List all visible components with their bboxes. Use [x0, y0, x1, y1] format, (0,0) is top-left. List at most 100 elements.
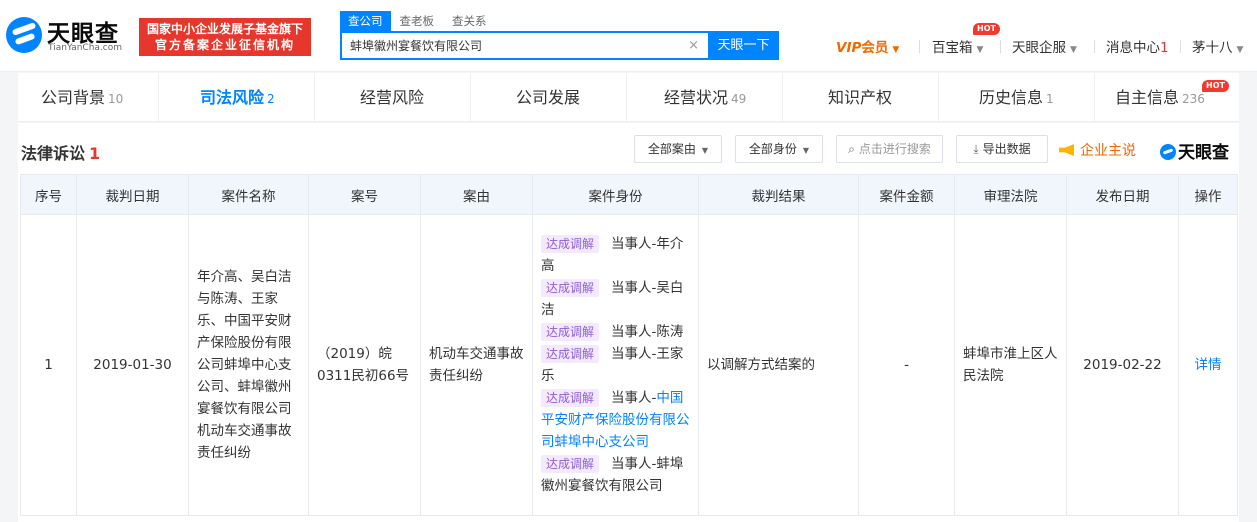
section-search-placeholder: 点击进行搜索: [858, 142, 931, 156]
col-publish-date: 发布日期: [1066, 174, 1179, 215]
mediation-tag: 达成调解: [541, 389, 600, 407]
slogan-line1: 国家中小企业发展子基金旗下: [146, 22, 303, 36]
tab-label: 司法风险: [200, 88, 265, 107]
role-item: 达成调解 当事人-年介高: [541, 233, 690, 277]
case-reason-filter[interactable]: 全部案由 ▼: [634, 135, 722, 163]
col-case-number: 案号: [308, 174, 421, 215]
cell-case-number: （2019）皖0311民初66号: [308, 214, 421, 516]
case-reason-filter-label: 全部案由: [647, 142, 696, 156]
tab-label: 知识产权: [828, 88, 893, 107]
export-label: 导出数据: [982, 142, 1031, 156]
mediation-tag: 达成调解: [541, 323, 600, 341]
nav-divider: [1094, 40, 1095, 53]
chevron-down-icon: ▼: [1236, 45, 1244, 55]
tianyan-qifu-label: 天眼企服: [1012, 40, 1066, 56]
mediation-tag: 达成调解: [541, 345, 600, 363]
tianyancha-mini-logo: 天眼查: [1160, 138, 1229, 163]
chevron-down-icon: ▼: [1070, 45, 1077, 55]
search-input[interactable]: [342, 33, 672, 58]
hot-badge: HOT: [1202, 80, 1229, 92]
section-search-input[interactable]: ⌕ 点击进行搜索: [836, 135, 943, 163]
hot-badge: HOT: [973, 23, 1000, 35]
chevron-down-icon: ▼: [976, 45, 984, 55]
detail-link[interactable]: 详情: [1195, 357, 1222, 373]
mediation-tag: 达成调解: [541, 279, 600, 297]
tab-company-background[interactable]: 公司背景 10: [41, 73, 123, 122]
top-header: 天眼查 TianYanCha.com 国家中小企业发展子基金旗下 官方备案企业征…: [0, 0, 1257, 72]
enterprise-says-label: 企业主说: [1080, 143, 1136, 159]
tab-label: 公司背景: [41, 88, 106, 107]
tab-self-info[interactable]: 自主信息 236: [1115, 73, 1205, 122]
col-judgment-date: 裁判日期: [76, 174, 189, 215]
message-center-link[interactable]: 消息中心1: [1106, 36, 1169, 56]
message-center-label: 消息中心: [1106, 40, 1160, 56]
identity-filter[interactable]: 全部身份 ▼: [735, 135, 823, 163]
tab-operating-risk[interactable]: 经营风险: [360, 73, 424, 122]
tab-intellectual-property[interactable]: 知识产权: [828, 73, 892, 122]
cell-judgment-result: 以调解方式结案的: [698, 214, 859, 516]
vip-member-label: 会员: [861, 40, 889, 56]
tab-divider: [782, 73, 783, 122]
tab-company-development[interactable]: 公司发展: [516, 73, 580, 122]
role-item: 达成调解 当事人-中国平安财产保险股份有限公司蚌埠中心支公司: [541, 387, 690, 453]
nav-divider: [919, 40, 920, 53]
search-tab-company[interactable]: 查公司: [340, 11, 391, 31]
cell-case-reason: 机动车交通事故责任纠纷: [420, 214, 533, 516]
user-name: 茅十八: [1192, 40, 1233, 56]
tab-divider: [626, 73, 627, 122]
cell-index: 1: [20, 214, 77, 516]
identity-filter-label: 全部身份: [748, 142, 797, 156]
vip-label: VIP: [836, 40, 862, 56]
col-case-amount: 案件金额: [858, 174, 955, 215]
cell-action: 详情: [1178, 214, 1238, 516]
tab-count: 10: [108, 92, 124, 106]
col-case-reason: 案由: [420, 174, 533, 215]
tab-count: 49: [731, 92, 747, 106]
message-count: 1: [1160, 40, 1169, 56]
tianyan-qifu-menu[interactable]: 天眼企服 ▼: [1012, 36, 1077, 56]
cell-judgment-date: 2019-01-30: [76, 214, 189, 516]
tab-divider: [1094, 73, 1095, 122]
section-title-text: 法律诉讼: [21, 144, 86, 163]
tab-label: 自主信息: [1115, 88, 1180, 107]
tab-history-info[interactable]: 历史信息 1: [979, 73, 1054, 122]
cell-case-name[interactable]: 年介高、吴白洁与陈涛、王家乐、中国平安财产保险股份有限公司蚌埠中心支公司、蚌埠徽…: [188, 214, 309, 516]
section-count: 1: [89, 144, 101, 163]
tab-judicial-risk[interactable]: 司法风险 2: [200, 73, 275, 122]
role-item: 达成调解 当事人-吴白洁: [541, 277, 690, 321]
search-type-tabs: 查公司 查老板 查关系: [340, 11, 496, 31]
tab-label: 经营状况: [664, 88, 729, 107]
enterprise-says-link[interactable]: 企业主说: [1059, 140, 1136, 160]
user-menu[interactable]: 茅十八 ▼: [1192, 36, 1243, 56]
cell-case-amount: -: [858, 214, 955, 516]
col-judgment-result: 裁判结果: [698, 174, 859, 215]
tab-divider: [158, 73, 159, 122]
mini-logo-text: 天眼查: [1178, 143, 1229, 163]
clear-icon[interactable]: ×: [688, 38, 699, 53]
search-box: ×: [340, 31, 708, 60]
nav-divider: [1180, 40, 1181, 53]
slogan-line2: 官方备案企业征信机构: [154, 38, 295, 52]
role-prefix: 当事人-: [611, 236, 657, 252]
table-row: 1 2019-01-30 年介高、吴白洁与陈涛、王家乐、中国平安财产保险股份有限…: [20, 214, 1238, 516]
role-prefix: 当事人-: [611, 456, 657, 472]
nav-divider: [1000, 40, 1001, 53]
role-prefix: 当事人-: [611, 346, 657, 362]
tianyancha-logo-icon[interactable]: [6, 17, 42, 53]
search-tab-relation[interactable]: 查关系: [443, 11, 496, 31]
role-prefix: 当事人-: [611, 324, 657, 340]
tab-label: 历史信息: [979, 88, 1044, 107]
tianyancha-logo-icon: [1160, 144, 1176, 160]
mediation-tag: 达成调解: [541, 455, 600, 473]
search-button[interactable]: 天眼一下: [708, 31, 779, 60]
role-prefix: 当事人-: [611, 390, 657, 406]
download-icon: ⤓: [973, 142, 979, 156]
cell-court: 蚌埠市淮上区人民法院: [954, 214, 1067, 516]
tab-operating-status[interactable]: 经营状况 49: [664, 73, 746, 122]
company-tabs: 公司背景 10 司法风险 2 经营风险 公司发展 经营状况 49 知识产权 历史信息 1…: [18, 73, 1239, 122]
baibaoxiang-menu[interactable]: 百宝箱 ▼: [932, 36, 983, 56]
search-tab-boss[interactable]: 查老板: [391, 11, 444, 31]
vip-member-menu[interactable]: VIP会员 ▼: [836, 36, 899, 56]
export-button[interactable]: ⤓ 导出数据: [956, 135, 1048, 163]
cell-publish-date: 2019-02-22: [1066, 214, 1179, 516]
